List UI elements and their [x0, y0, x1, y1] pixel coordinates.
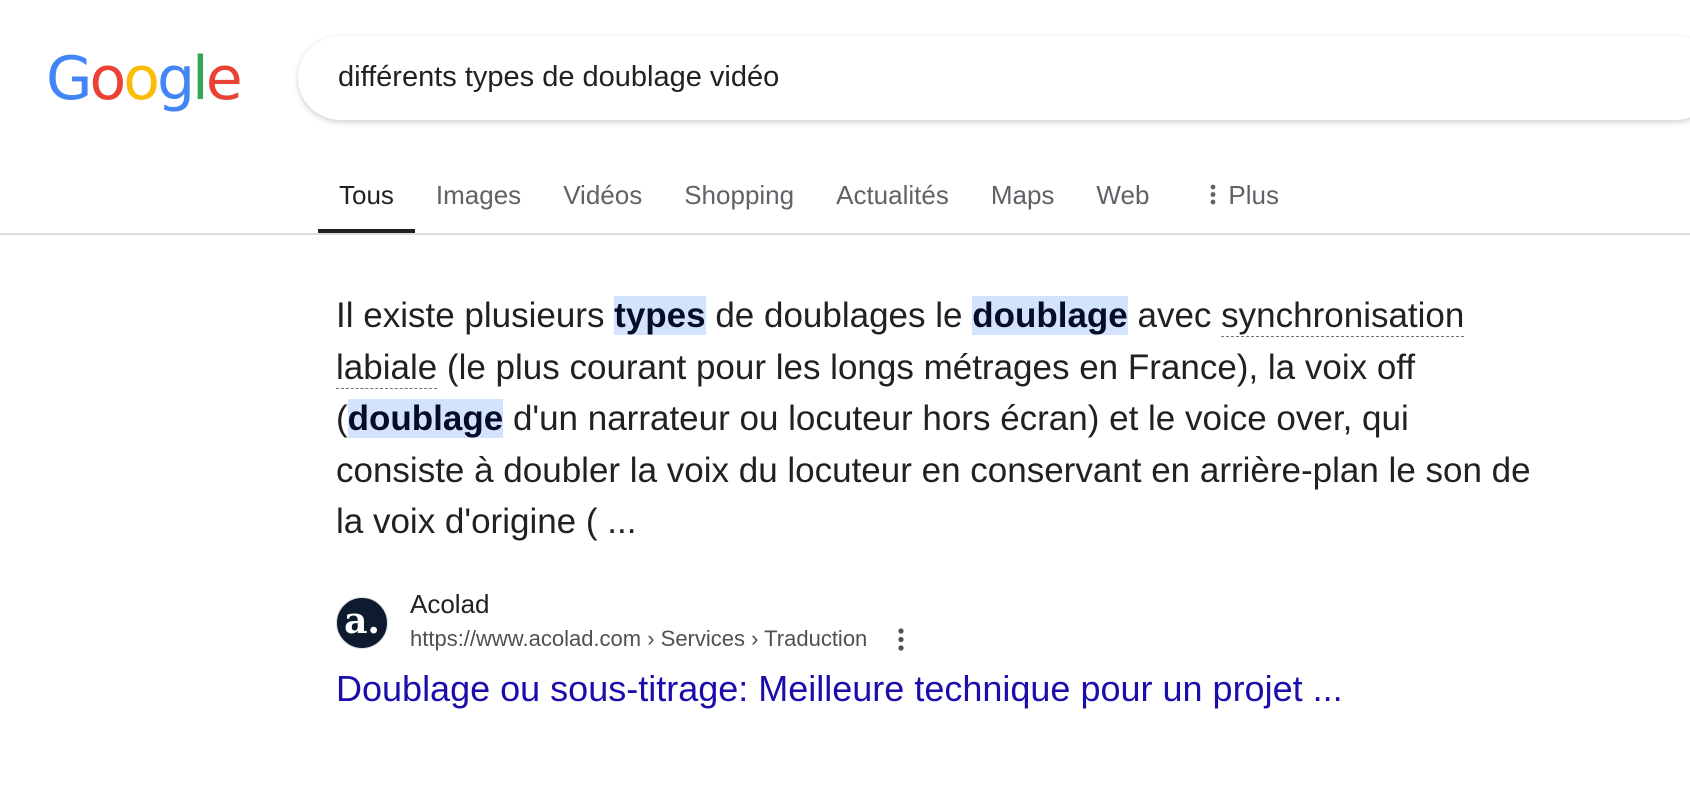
logo-letter: o [89, 44, 127, 114]
snippet-highlight: types [614, 296, 706, 335]
snippet-text: d'un narrateur ou locuteur hors écran) e… [336, 399, 1531, 541]
tab-web[interactable]: Web [1075, 162, 1170, 234]
tab-more-label: Plus [1228, 180, 1279, 210]
logo-letter: l [192, 44, 209, 114]
tab-shopping[interactable]: Shopping [663, 162, 815, 234]
snippet-text: Il existe plusieurs [336, 296, 615, 335]
tab-maps[interactable]: Maps [970, 162, 1076, 234]
tab-actualites[interactable]: Actualités [815, 162, 970, 234]
logo-letter: G [46, 44, 92, 114]
logo-letter: g [156, 44, 195, 114]
tab-tous[interactable]: Tous [318, 162, 415, 234]
search-tabs: Tous Images Vidéos Shopping Actualités Maps We… [318, 162, 1300, 234]
result-title-link[interactable]: Doublage ou sous-titrage: Meilleure tech… [336, 668, 1343, 710]
google-logo[interactable]: Google [46, 44, 243, 114]
search-bar[interactable] [298, 36, 1690, 120]
result-url-breadcrumb[interactable]: https://www.acolad.com › Services › Trad… [410, 626, 867, 652]
tabs-divider [0, 233, 1690, 235]
snippet-text: avec [1127, 296, 1222, 335]
site-favicon[interactable]: a. [336, 597, 388, 649]
snippet-highlight: doublage [347, 399, 504, 438]
snippet-highlight: doublage [972, 296, 1128, 335]
logo-letter: e [205, 44, 243, 114]
vertical-dots-icon [1206, 181, 1220, 207]
result-site-name[interactable]: Acolad [410, 589, 490, 620]
search-results-page: Google TousImagesVidéosShoppingActualité… [0, 0, 1690, 798]
snippet-text: de doublages le [705, 296, 973, 335]
tab-more[interactable]: Plus [1170, 162, 1300, 234]
logo-letter: o [123, 44, 160, 114]
featured-snippet-text: Il existe plusieurs types de doublages l… [336, 290, 1546, 548]
tab-videos[interactable]: Vidéos [542, 162, 663, 234]
search-input[interactable] [338, 54, 1538, 100]
tab-images[interactable]: Images [415, 162, 542, 234]
result-menu-icon[interactable] [892, 626, 910, 654]
